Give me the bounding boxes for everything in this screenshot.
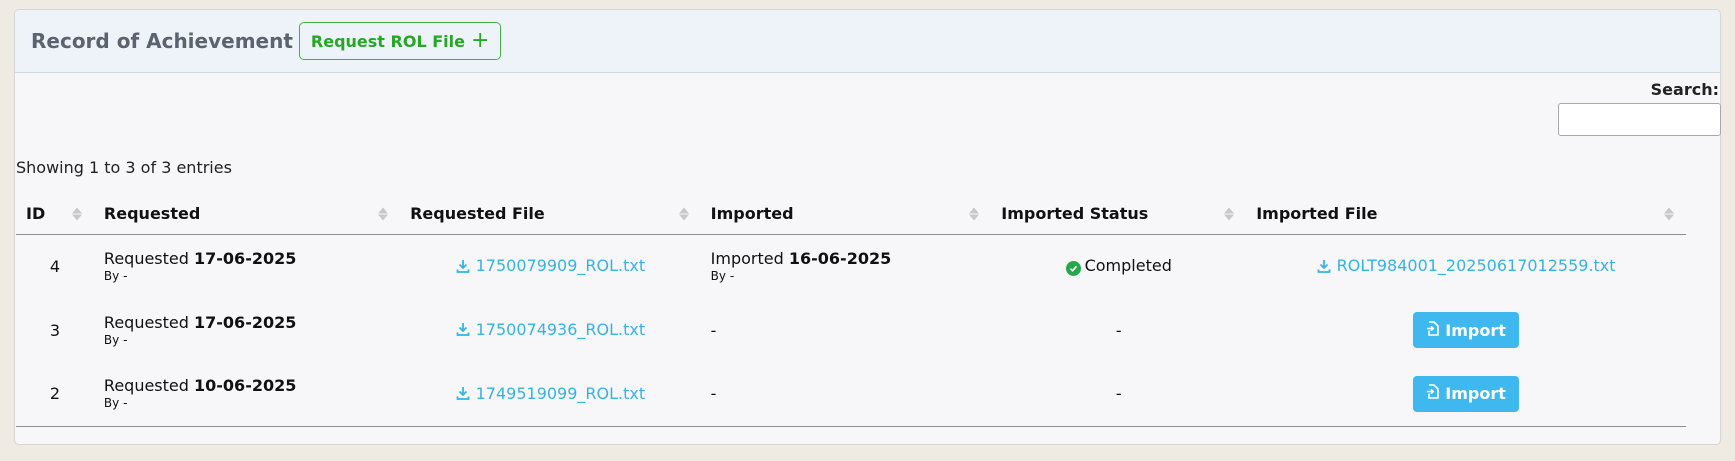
sort-icon xyxy=(71,207,82,221)
cell-imported: - xyxy=(710,320,717,340)
file-import-icon xyxy=(1426,320,1440,340)
requested-prefix: Requested xyxy=(103,312,189,332)
search-label: Search: xyxy=(1650,80,1719,99)
imported-by: By - xyxy=(710,268,735,283)
cell-requested-file: 1749519099_ROL.txt xyxy=(400,362,701,427)
column-header-imported-status[interactable]: Imported Status xyxy=(991,194,1247,235)
records-table: ID Requested Requested File Imported Imp… xyxy=(16,194,1686,427)
cell-id: 3 xyxy=(49,320,61,340)
status-text: Completed xyxy=(1084,256,1172,276)
cell-imported-status: - xyxy=(991,362,1247,427)
column-header-id[interactable]: ID xyxy=(16,194,94,235)
request-rol-file-button[interactable]: Request ROL File + xyxy=(298,22,502,60)
table-row: 3 Requested 17-06-2025 By - 1750074936_R… xyxy=(16,298,1686,362)
file-import-icon xyxy=(1426,384,1440,403)
column-header-requested-file[interactable]: Requested File xyxy=(400,194,701,235)
cell-imported-file: Import xyxy=(1246,362,1686,427)
cell-imported: Imported 16-06-2025 By - xyxy=(701,234,992,298)
sort-icon xyxy=(678,207,689,221)
requested-date: 17-06-2025 xyxy=(194,312,297,332)
search-input[interactable] xyxy=(1558,103,1721,136)
table-row: 2 Requested 10-06-2025 By - 1749519099_R… xyxy=(16,362,1686,427)
requested-by: By - xyxy=(103,396,128,411)
cell-id: 2 xyxy=(16,362,94,427)
check-circle-icon xyxy=(1065,261,1081,277)
column-header-requested[interactable]: Requested xyxy=(93,194,401,235)
sort-icon xyxy=(1224,207,1235,221)
sort-icon xyxy=(378,207,389,221)
cell-imported-status: - xyxy=(1115,320,1122,340)
download-icon xyxy=(1317,259,1331,273)
cell-requested-file: 1750079909_ROL.txt xyxy=(400,234,701,298)
import-button[interactable]: Import xyxy=(1413,312,1519,348)
requested-file-link[interactable]: 1750074936_ROL.txt xyxy=(456,320,645,339)
download-icon xyxy=(456,386,470,400)
requested-prefix: Requested xyxy=(103,376,189,396)
requested-by: By - xyxy=(103,332,128,347)
cell-requested: Requested 10-06-2025 By - xyxy=(93,362,401,427)
entries-info: Showing 1 to 3 of 3 entries xyxy=(16,158,232,177)
column-header-imported-file[interactable]: Imported File xyxy=(1246,194,1686,235)
column-header-imported[interactable]: Imported xyxy=(700,194,992,235)
requested-date: 10-06-2025 xyxy=(194,376,297,396)
cell-id: 4 xyxy=(49,256,61,276)
cell-imported-file: Import xyxy=(1246,298,1686,362)
card-header: Record of Achievement Request ROL File + xyxy=(15,10,1720,73)
requested-by: By - xyxy=(103,268,128,283)
request-rol-file-label: Request ROL File xyxy=(310,31,465,51)
table-row: 4 Requested 17-06-2025 By - 1750079909_R… xyxy=(16,234,1686,298)
imported-date: 16-06-2025 xyxy=(788,248,892,268)
download-icon xyxy=(456,322,470,337)
cell-imported-file: ROLT984001_20250617012559.txt xyxy=(1246,234,1686,298)
page-title: Record of Achievement xyxy=(31,29,293,53)
cell-requested: Requested 17-06-2025 By - xyxy=(94,234,400,298)
requested-date: 17-06-2025 xyxy=(194,248,297,268)
cell-requested: Requested 17-06-2025 By - xyxy=(94,298,400,362)
plus-icon: + xyxy=(470,28,490,53)
requested-prefix: Requested xyxy=(103,248,189,268)
download-icon xyxy=(456,259,470,273)
cell-imported: - xyxy=(700,362,992,427)
imported-prefix: Imported xyxy=(710,248,784,268)
table-header-row: ID Requested Requested File Imported Imp… xyxy=(16,194,1686,235)
requested-file-link[interactable]: 1750079909_ROL.txt xyxy=(456,256,645,275)
sort-icon xyxy=(969,207,980,221)
cell-requested-file: 1750074936_ROL.txt xyxy=(400,298,701,362)
requested-file-link[interactable]: 1749519099_ROL.txt xyxy=(456,384,645,403)
import-button[interactable]: Import xyxy=(1413,375,1519,412)
search-container: Search: xyxy=(1558,80,1721,136)
imported-file-link[interactable]: ROLT984001_20250617012559.txt xyxy=(1317,256,1616,275)
cell-imported-status: Completed xyxy=(991,234,1246,298)
sort-icon xyxy=(1664,207,1674,221)
